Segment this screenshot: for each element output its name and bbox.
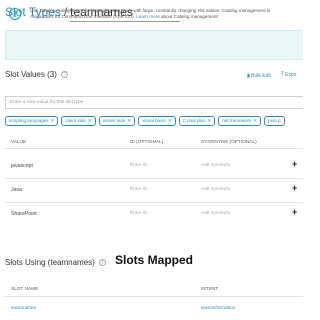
chip-client-side[interactable]: client side ✕ [61,116,96,126]
info-icon: i [9,8,21,20]
intent-link[interactable]: teaminformation [201,306,235,311]
info-banner-line2: Alexa Skills Kit Command Line Interface … [30,14,219,20]
synonym-input[interactable]: Add synonym [201,211,230,216]
column-header-synonyms: SYNONYMS (OPTIONAL) [201,139,257,144]
info-banner-text: Use Catalog management for managing slot… [30,8,298,21]
slot-value-cell[interactable]: Java [11,187,22,193]
bulk-edit-icon: ▮ [247,73,250,79]
slot-value-cell[interactable]: javascript [11,163,33,169]
remove-chip-icon: ✕ [253,118,258,123]
id-input[interactable]: Enter ID [130,211,148,216]
catalog-info-banner [5,30,303,60]
remove-chip-icon: ✕ [167,118,172,123]
remove-chip-icon: ✕ [127,118,132,123]
export-button[interactable]: ⤒ Expo [281,72,296,79]
slot-values-heading: Slot Values (3)? [5,70,68,79]
synonym-input[interactable]: Add synonym [201,163,230,168]
slot-value-cell[interactable]: SharePoint [11,211,37,217]
learn-more-link[interactable]: Learn more [136,14,160,19]
chip-java-p[interactable]: java p [264,116,285,126]
remove-chip-icon: ✕ [207,118,212,123]
remove-chip-icon: ✕ [87,118,92,123]
slots-mapped-annotation: Slots Mapped [115,253,194,267]
synonym-input[interactable]: Add synonym [201,187,230,192]
chip-scripting-languages[interactable]: scripting languages ✕ [5,116,59,126]
export-icon: ⤒ [281,72,284,78]
id-input[interactable]: Enter ID [130,187,148,192]
slots-using-heading: Slots Using (teamnames)? [5,258,106,267]
add-synonym-icon[interactable]: + [292,160,297,169]
column-header-value: VALUE [11,139,27,144]
divider [5,296,303,297]
slot-name-link[interactable]: teamnames [11,306,36,311]
chip-net-framework[interactable]: net framework ✕ [218,116,262,126]
divider [5,148,303,149]
chip-c-plus-plus[interactable]: C plus plus ✕ [178,116,216,126]
chip-visual-basic[interactable]: visual basic ✕ [138,116,176,126]
column-header-slot-name: SLOT NAME [11,286,39,291]
divider [5,202,303,203]
bulk-edit-button[interactable]: ▮ Bulk Edit [247,73,271,79]
slot-value-chips: scripting languages ✕ client side ✕ server s… [5,116,303,127]
divider [5,178,303,179]
column-header-id: ID (OPTIONAL) [130,139,164,144]
add-synonym-icon[interactable]: + [292,208,297,217]
remove-chip-icon: ✕ [50,118,55,123]
help-icon[interactable]: ? [98,259,106,267]
id-input[interactable]: Enter ID [130,163,148,168]
add-synonym-icon[interactable]: + [292,184,297,193]
column-header-intent: INTENT [201,286,219,291]
new-value-input[interactable]: Enter a new value for this slot type [5,96,303,109]
chip-server-side[interactable]: server side ✕ [98,116,136,126]
help-icon[interactable]: ? [60,71,68,79]
